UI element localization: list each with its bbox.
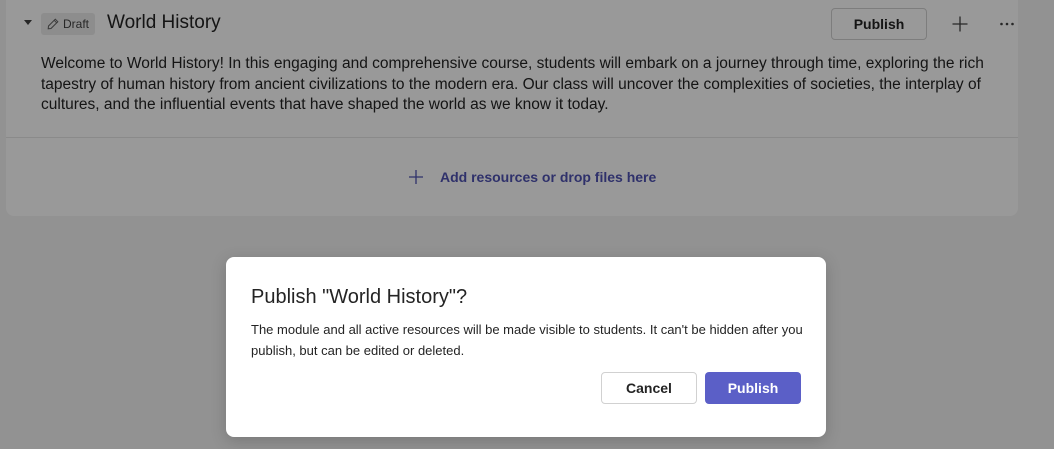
publish-dialog: Publish "World History"? The module and … xyxy=(226,257,826,437)
cancel-button[interactable]: Cancel xyxy=(601,372,697,404)
dialog-message: The module and all active resources will… xyxy=(251,322,803,358)
dialog-title: Publish "World History"? xyxy=(251,286,468,308)
confirm-publish-button[interactable]: Publish xyxy=(705,372,801,404)
